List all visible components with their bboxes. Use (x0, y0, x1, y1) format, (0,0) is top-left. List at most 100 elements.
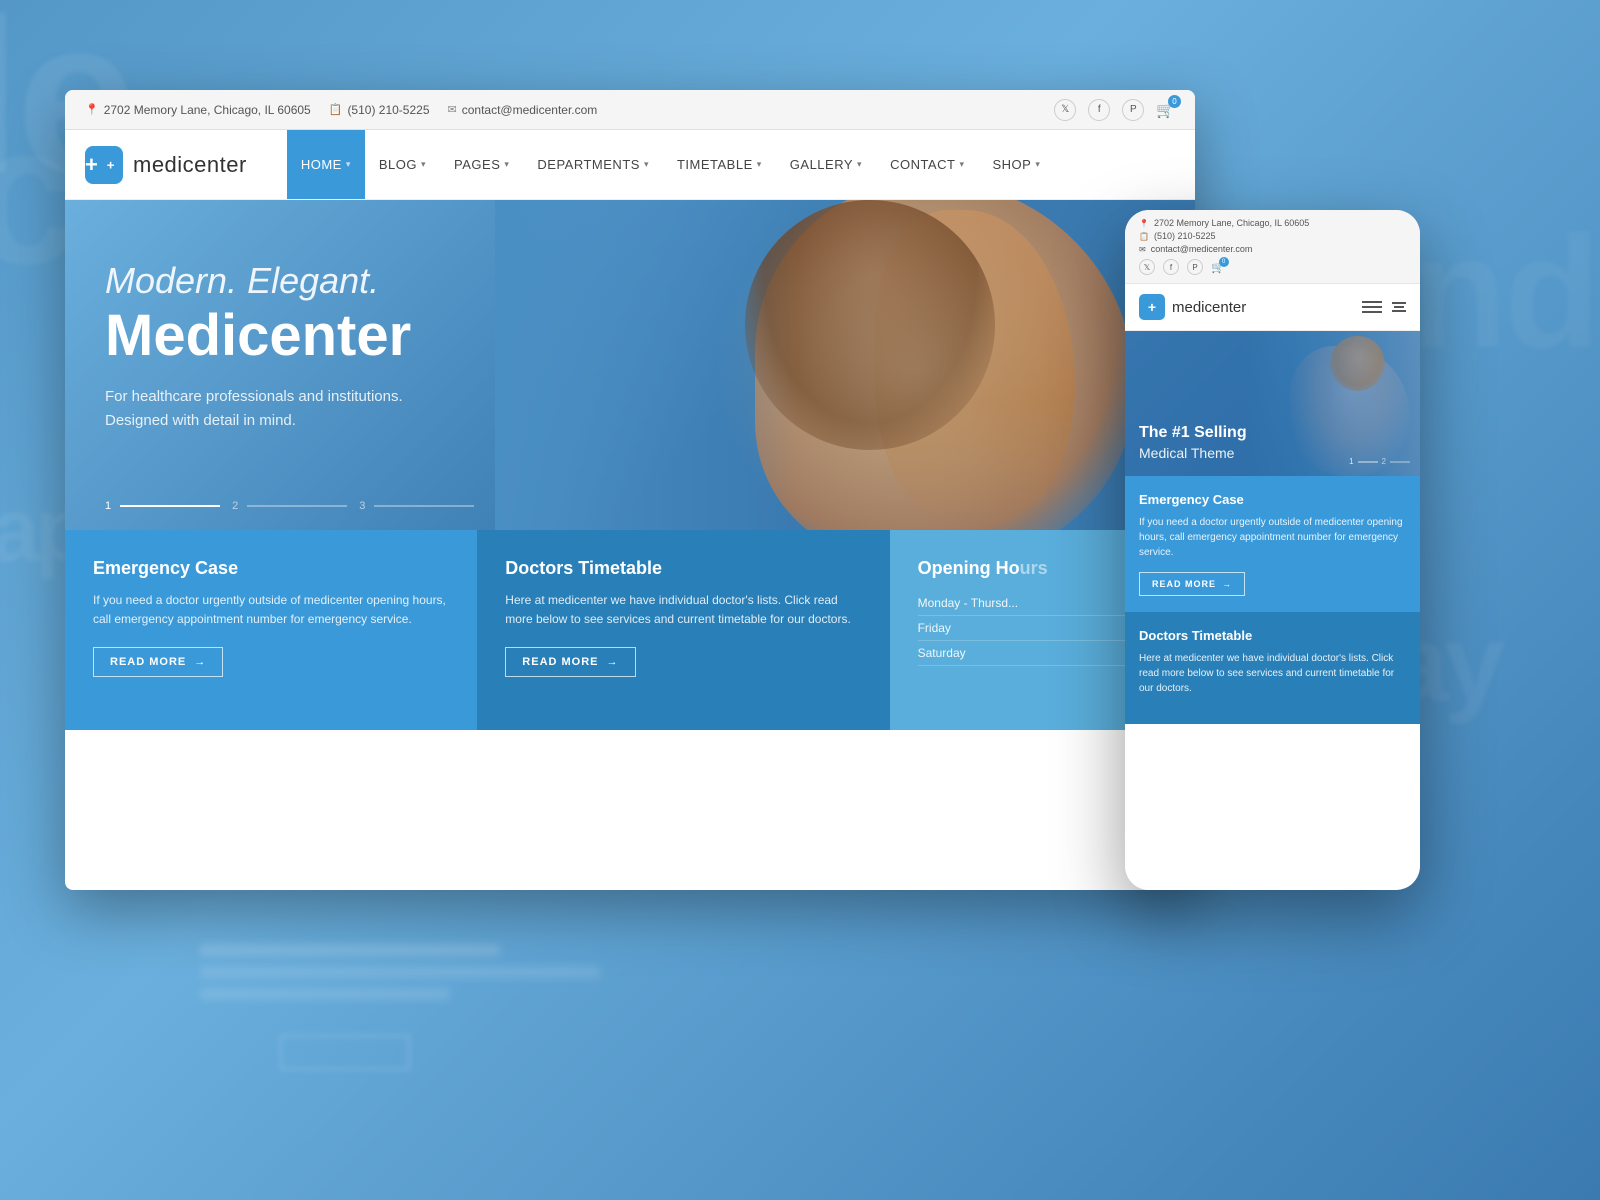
nav-shop[interactable]: SHOP ▾ (978, 130, 1054, 199)
pages-chevron: ▾ (504, 159, 509, 170)
indicator-bar-1 (120, 505, 220, 507)
bg-blurred-content (200, 944, 600, 1000)
logo-text: medicenter (133, 152, 247, 178)
nav-pages[interactable]: PAGES ▾ (440, 130, 523, 199)
svg-text:+: + (1148, 299, 1156, 315)
cart-badge: 0 (1168, 95, 1181, 108)
phone-item: 📋 (510) 210-5225 (329, 103, 430, 117)
timetable-chevron: ▾ (757, 159, 762, 170)
slide-indicators: 1 2 3 (105, 500, 474, 512)
indicator-bar-2 (247, 505, 347, 507)
mobile-pinterest-icon[interactable]: P (1187, 259, 1203, 275)
indicator-num-3: 3 (359, 500, 365, 512)
mobile-cart-wrap[interactable]: 🛒 0 (1211, 261, 1225, 274)
cart-wrap[interactable]: 🛒 0 (1156, 101, 1175, 119)
twitter-icon[interactable]: 𝕏 (1054, 99, 1076, 121)
mobile-cards-area: Emergency Case If you need a doctor urge… (1125, 476, 1420, 890)
hero-description: For healthcare professionals and institu… (105, 385, 505, 433)
contact-chevron: ▾ (959, 159, 964, 170)
bg-blurred-button (280, 1035, 410, 1070)
phone-text: (510) 210-5225 (347, 103, 429, 117)
mobile-doctors-title: Doctors Timetable (1139, 628, 1406, 643)
mobile-indicators: 1 2 (1349, 457, 1410, 466)
mob-ind-bar-2 (1390, 461, 1410, 463)
nav-contact[interactable]: CONTACT ▾ (876, 130, 978, 199)
mobile-logo[interactable]: + medicenter (1139, 294, 1246, 320)
emergency-title: Emergency Case (93, 558, 449, 579)
mobile-nav-controls (1362, 301, 1406, 313)
location-icon: 📍 (85, 103, 99, 116)
doctors-title: Doctors Timetable (505, 558, 861, 579)
logo-svg: + (98, 146, 123, 184)
mobile-facebook-icon[interactable]: f (1163, 259, 1179, 275)
browser-window: 📍 2702 Memory Lane, Chicago, IL 60605 📋 … (65, 90, 1195, 890)
hero-section: Modern. Elegant. Medicenter For healthca… (65, 200, 1195, 530)
doctors-read-more[interactable]: READ MORE → (505, 647, 635, 677)
email-text: contact@medicenter.com (462, 103, 598, 117)
indicator-num-1: 1 (105, 500, 111, 512)
nav-gallery[interactable]: GALLERY ▾ (776, 130, 876, 199)
nav-bar: + medicenter HOME ▾ BLOG ▾ PAGES ▾ DEPAR… (65, 130, 1195, 200)
nav-links: HOME ▾ BLOG ▾ PAGES ▾ DEPARTMENTS ▾ TIME… (287, 130, 1175, 199)
mobile-logo-icon: + (1139, 294, 1165, 320)
phone-icon: 📋 (329, 103, 343, 116)
emergency-text: If you need a doctor urgently outside of… (93, 591, 449, 629)
email-item: ✉ contact@medicenter.com (448, 103, 598, 117)
mobile-phone-icon: 📋 (1139, 232, 1149, 241)
hero-title: Medicenter (105, 307, 1155, 365)
doctors-text: Here at medicenter we have individual do… (505, 591, 861, 629)
mobile-emergency-text: If you need a doctor urgently outside of… (1139, 515, 1406, 560)
mobile-logo-svg: + (1139, 294, 1165, 320)
filter-icon[interactable] (1392, 302, 1406, 312)
dept-chevron: ▾ (644, 159, 649, 170)
top-bar: 📍 2702 Memory Lane, Chicago, IL 60605 📋 … (65, 90, 1195, 130)
logo[interactable]: + medicenter (85, 146, 247, 184)
pinterest-icon[interactable]: P (1122, 99, 1144, 121)
mobile-top-bar: 📍 2702 Memory Lane, Chicago, IL 60605 📋 … (1125, 210, 1420, 284)
mobile-hero-text: The #1 Selling Medical Theme (1139, 423, 1247, 462)
blog-chevron: ▾ (421, 159, 426, 170)
mobile-email: ✉ contact@medicenter.com (1139, 244, 1406, 254)
email-icon: ✉ (448, 103, 457, 116)
logo-icon: + (85, 146, 123, 184)
svg-text:+: + (107, 157, 115, 172)
mobile-email-icon: ✉ (1139, 245, 1146, 254)
mobile-twitter-icon[interactable]: 𝕏 (1139, 259, 1155, 275)
info-cards: Emergency Case If you need a doctor urge… (65, 530, 1195, 730)
mobile-device: 📍 2702 Memory Lane, Chicago, IL 60605 📋 … (1125, 210, 1420, 890)
doctors-card: Doctors Timetable Here at medicenter we … (477, 530, 889, 730)
mobile-phone: 📋 (510) 210-5225 (1139, 231, 1406, 241)
mobile-emergency-read-more[interactable]: READ MORE → (1139, 572, 1245, 596)
hero-subtitle: Modern. Elegant. (105, 260, 1155, 302)
top-bar-info: 📍 2702 Memory Lane, Chicago, IL 60605 📋 … (85, 103, 1034, 117)
nav-timetable[interactable]: TIMETABLE ▾ (663, 130, 776, 199)
emergency-card: Emergency Case If you need a doctor urge… (65, 530, 477, 730)
social-icons: 𝕏 f P 🛒 0 (1054, 99, 1175, 121)
mobile-logo-text: medicenter (1172, 299, 1246, 316)
mobile-hero: The #1 Selling Medical Theme 1 2 (1125, 331, 1420, 476)
mobile-hero-content: The #1 Selling Medical Theme (1139, 423, 1247, 462)
indicator-bar-3 (374, 505, 474, 507)
mob-ind-num-2: 2 (1382, 457, 1386, 466)
mobile-emergency-card: Emergency Case If you need a doctor urge… (1125, 476, 1420, 612)
mobile-doctors-text: Here at medicenter we have individual do… (1139, 651, 1406, 696)
nav-home[interactable]: HOME ▾ (287, 130, 365, 199)
facebook-icon[interactable]: f (1088, 99, 1110, 121)
nav-blog[interactable]: BLOG ▾ (365, 130, 440, 199)
mobile-doctors-card: Doctors Timetable Here at medicenter we … (1125, 612, 1420, 724)
mobile-location-icon: 📍 (1139, 219, 1149, 228)
mob-ind-num-1: 1 (1349, 457, 1353, 466)
mobile-nav: + medicenter (1125, 284, 1420, 331)
mobile-emergency-title: Emergency Case (1139, 492, 1406, 507)
mobile-social: 𝕏 f P 🛒 0 (1139, 259, 1406, 275)
home-chevron: ▾ (346, 159, 351, 170)
indicator-num-2: 2 (232, 500, 238, 512)
emergency-read-more[interactable]: READ MORE → (93, 647, 223, 677)
nav-departments[interactable]: DEPARTMENTS ▾ (523, 130, 663, 199)
address-item: 📍 2702 Memory Lane, Chicago, IL 60605 (85, 103, 311, 117)
shop-chevron: ▾ (1035, 159, 1040, 170)
gallery-chevron: ▾ (857, 159, 862, 170)
hamburger-icon[interactable] (1362, 301, 1382, 313)
address-text: 2702 Memory Lane, Chicago, IL 60605 (104, 103, 311, 117)
mob-ind-bar-1 (1358, 461, 1378, 463)
